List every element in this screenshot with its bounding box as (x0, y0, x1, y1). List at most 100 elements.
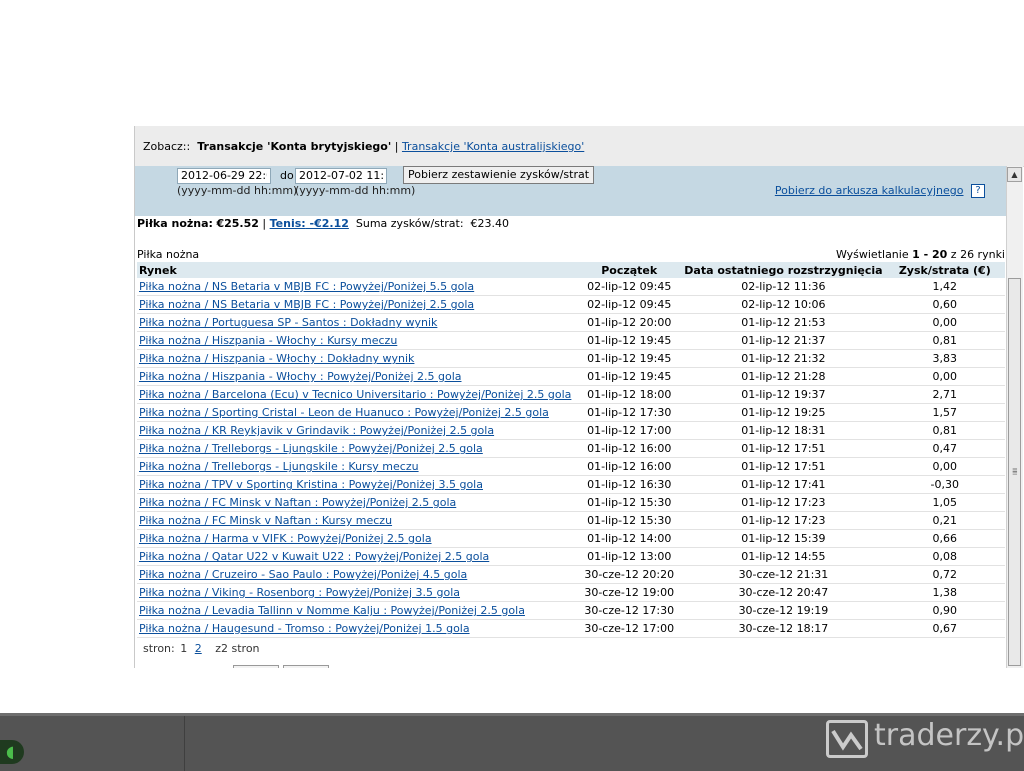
market-cell: Piłka nożna / TPV v Sporting Kristina : … (137, 475, 577, 494)
question-icon[interactable]: ? (971, 184, 985, 198)
profit-cell: 0,72 (884, 565, 1005, 584)
profit-cell: 0,47 (884, 439, 1005, 458)
page-2-link[interactable]: 2 (195, 642, 202, 655)
settled-time-cell: 01-lip-12 17:51 (682, 457, 885, 476)
market-link[interactable]: Piłka nożna / Trelleborgs - Ljungskile :… (139, 460, 419, 473)
column-header-market[interactable]: Rynek (137, 262, 577, 278)
market-link[interactable]: Piłka nożna / Hiszpania - Włochy : Powyż… (139, 370, 462, 383)
market-cell: Piłka nożna / Cruzeiro - Sao Paulo : Pow… (137, 565, 577, 584)
section-label: Piłka nożna (137, 248, 200, 261)
market-link[interactable]: Piłka nożna / Harma v VIFK : Powyżej/Pon… (139, 532, 432, 545)
sum-label: Suma zysków/strat: (355, 217, 464, 230)
tennis-total-value: -€2.12 (309, 217, 349, 230)
market-cell: Piłka nożna / Sporting Cristal - Leon de… (137, 403, 577, 422)
traderzy-logo-icon (826, 720, 868, 758)
market-link[interactable]: Piłka nożna / NS Betaria v MBJB FC : Pow… (139, 280, 474, 293)
fetch-report-button[interactable]: Pobierz zestawienie zysków/strat (403, 166, 595, 184)
scrollbar-thumb[interactable]: ≡ ≡ (1008, 278, 1021, 666)
market-link[interactable]: Piłka nożna / Portuguesa SP - Santos : D… (139, 316, 437, 329)
transactions-panel: Zobacz:: Transakcje 'Konta brytyjskiego'… (134, 126, 1024, 668)
start-time-cell: 30-cze-12 20:20 (576, 565, 683, 584)
profit-cell: 1,42 (884, 278, 1005, 296)
pager-total: z2 stron (215, 642, 260, 655)
market-cell: Piłka nożna / Hiszpania - Włochy : Kursy… (137, 331, 577, 350)
settled-time-cell: 01-lip-12 14:55 (682, 547, 885, 566)
market-link[interactable]: Piłka nożna / Haugesund - Tromso : Powyż… (139, 622, 470, 635)
market-link[interactable]: Piłka nożna / KR Reykjavik v Grindavik :… (139, 424, 494, 437)
market-link[interactable]: Piłka nożna / Hiszpania - Włochy : Dokła… (139, 352, 414, 365)
profit-cell: 0,00 (884, 367, 1005, 386)
vertical-scrollbar[interactable]: ▲ ≡ ≡ (1006, 166, 1023, 668)
market-link[interactable]: Piłka nożna / FC Minsk v Naftan : Powyże… (139, 496, 456, 509)
profit-cell: 0,81 (884, 331, 1005, 350)
date-from-format-hint: (yyyy-mm-dd hh:mm) (177, 184, 298, 197)
football-total-value: €25.52 (216, 217, 259, 230)
market-link[interactable]: Piłka nożna / Levadia Tallinn v Nomme Ka… (139, 604, 525, 617)
start-time-cell: 01-lip-12 15:30 (576, 511, 683, 530)
market-cell: Piłka nożna / Trelleborgs - Ljungskile :… (137, 439, 577, 458)
market-cell: Piłka nożna / FC Minsk v Naftan : Powyże… (137, 493, 577, 512)
column-header-profit[interactable]: Zysk/strata (€) (884, 262, 1005, 278)
start-time-cell: 30-cze-12 17:30 (576, 601, 683, 620)
grip-icon: ≡ ≡ (1012, 466, 1018, 477)
date-from-input[interactable] (177, 168, 271, 184)
date-to-input[interactable] (295, 168, 387, 184)
settled-time-cell: 01-lip-12 21:53 (682, 313, 885, 332)
australian-account-link[interactable]: Transakcje 'Konta australijskiego' (402, 140, 584, 153)
settled-time-cell: 30-cze-12 21:31 (682, 565, 885, 584)
display-suffix: z 26 rynki (950, 248, 1005, 261)
market-link[interactable]: Piłka nożna / Hiszpania - Włochy : Kursy… (139, 334, 397, 347)
column-header-settled[interactable]: Data ostatniego rozstrzygnięcia (682, 262, 885, 278)
date-to-format-hint: (yyyy-mm-dd hh:mm) (295, 184, 416, 197)
view-switch-text: Zobacz:: Transakcje 'Konta brytyjskiego'… (143, 140, 584, 153)
table-row: Piłka nożna / Hiszpania - Włochy : Dokła… (137, 349, 1005, 368)
table-row: Piłka nożna / Haugesund - Tromso : Powyż… (137, 619, 1005, 638)
settled-time-cell: 01-lip-12 17:41 (682, 475, 885, 494)
profit-cell: 2,71 (884, 385, 1005, 404)
market-link[interactable]: Piłka nożna / FC Minsk v Naftan : Kursy … (139, 514, 392, 527)
tennis-total-link[interactable]: Tenis: -€2.12 (270, 217, 349, 230)
scroll-up-arrow-icon[interactable]: ▲ (1007, 167, 1022, 182)
totals-separator: | (262, 217, 267, 230)
market-cell: Piłka nożna / Hiszpania - Włochy : Powyż… (137, 367, 577, 386)
pager-label: stron: (143, 642, 175, 655)
start-time-cell: 01-lip-12 16:00 (576, 439, 683, 458)
current-view-label: Transakcje 'Konta brytyjskiego' (197, 140, 392, 153)
profit-cell: 0,00 (884, 457, 1005, 476)
market-link[interactable]: Piłka nożna / Cruzeiro - Sao Paulo : Pow… (139, 568, 467, 581)
settled-time-cell: 01-lip-12 17:23 (682, 493, 885, 512)
start-time-cell: 01-lip-12 16:00 (576, 457, 683, 476)
column-header-start[interactable]: Początek (576, 262, 683, 278)
market-link[interactable]: Piłka nożna / Trelleborgs - Ljungskile :… (139, 442, 483, 455)
profit-cell: 0,00 (884, 313, 1005, 332)
market-link[interactable]: Piłka nożna / Barcelona (Ecu) v Tecnico … (139, 388, 571, 401)
market-cell: Piłka nożna / KR Reykjavik v Grindavik :… (137, 421, 577, 440)
start-orb-icon[interactable]: ◖ (0, 740, 24, 764)
settled-time-cell: 30-cze-12 19:19 (682, 601, 885, 620)
profit-cell: 0,81 (884, 421, 1005, 440)
profit-cell: 0,21 (884, 511, 1005, 530)
market-link[interactable]: Piłka nożna / Qatar U22 v Kuwait U22 : P… (139, 550, 489, 563)
table-row: Piłka nożna / KR Reykjavik v Grindavik :… (137, 421, 1005, 440)
start-time-cell: 01-lip-12 16:30 (576, 475, 683, 494)
market-link[interactable]: Piłka nożna / Sporting Cristal - Leon de… (139, 406, 549, 419)
market-link[interactable]: Piłka nożna / NS Betaria v MBJB FC : Pow… (139, 298, 474, 311)
traderzy-watermark: traderzy.pl (826, 716, 1024, 762)
table-row: Piłka nożna / NS Betaria v MBJB FC : Pow… (137, 278, 1005, 296)
settled-time-cell: 02-lip-12 10:06 (682, 295, 885, 314)
start-time-cell: 30-cze-12 19:00 (576, 583, 683, 602)
start-time-cell: 30-cze-12 17:00 (576, 619, 683, 638)
export-spreadsheet-link[interactable]: Pobierz do arkusza kalkulacyjnego (775, 184, 964, 197)
table-row: Piłka nożna / Qatar U22 v Kuwait U22 : P… (137, 547, 1005, 566)
market-link[interactable]: Piłka nożna / Viking - Rosenborg : Powyż… (139, 586, 460, 599)
table-row: Piłka nożna / TPV v Sporting Kristina : … (137, 475, 1005, 494)
start-time-cell: 01-lip-12 20:00 (576, 313, 683, 332)
profit-cell: 0,67 (884, 619, 1005, 638)
start-time-cell: 02-lip-12 09:45 (576, 295, 683, 314)
date-filter-bar: do Pobierz zestawienie zysków/strat (yyy… (135, 166, 1007, 216)
market-link[interactable]: Piłka nożna / TPV v Sporting Kristina : … (139, 478, 483, 491)
export-area: Pobierz do arkusza kalkulacyjnego ? (775, 184, 985, 198)
settled-time-cell: 01-lip-12 18:31 (682, 421, 885, 440)
settled-time-cell: 01-lip-12 17:51 (682, 439, 885, 458)
table-header-row: Rynek Początek Data ostatniego rozstrzyg… (137, 262, 1005, 278)
